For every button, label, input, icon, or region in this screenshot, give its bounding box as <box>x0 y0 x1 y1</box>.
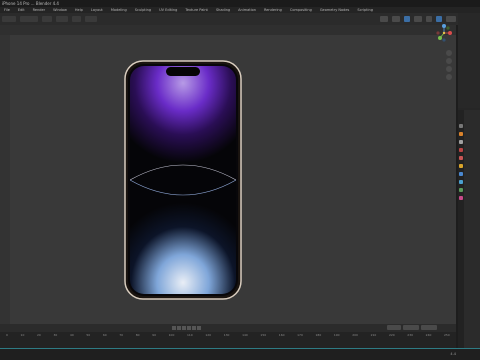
tick-label: 70 <box>119 333 124 337</box>
jump-start-button[interactable] <box>172 326 176 330</box>
view-menu[interactable] <box>42 16 52 22</box>
play-button[interactable] <box>187 326 191 330</box>
tick-label: 210 <box>370 333 377 337</box>
tool-tab-icon[interactable] <box>459 124 463 128</box>
maximize-button[interactable] <box>463 0 469 6</box>
viewport-tool-header <box>0 13 460 25</box>
material-tab-icon[interactable] <box>459 196 463 200</box>
viewport-header <box>0 25 456 35</box>
tick-label: 10 <box>20 333 25 337</box>
data-tab-icon[interactable] <box>459 188 463 192</box>
frame-range-fields <box>387 325 437 330</box>
add-menu[interactable] <box>72 16 81 22</box>
minimize-button[interactable] <box>454 0 460 6</box>
tick-label: 230 <box>407 333 414 337</box>
navigation-gizmo[interactable] <box>434 22 454 44</box>
tick-label: 190 <box>333 333 340 337</box>
tick-label: 180 <box>315 333 322 337</box>
end-frame-field[interactable] <box>421 325 437 330</box>
next-keyframe-button[interactable] <box>192 326 196 330</box>
tick-label: 140 <box>242 333 248 337</box>
tick-label: 170 <box>297 333 303 337</box>
tick-label: 40 <box>69 333 74 337</box>
scene-tab-icon[interactable] <box>459 148 463 152</box>
perspective-toggle-icon[interactable] <box>446 74 452 80</box>
tick-label: 0 <box>6 333 8 337</box>
prev-keyframe-button[interactable] <box>177 326 181 330</box>
tool-shelf <box>0 35 10 330</box>
version-label: 4.4 <box>450 352 456 356</box>
outliner-panel[interactable] <box>458 13 480 108</box>
timeline-ticks: 0 10 20 30 40 50 60 70 80 90 100 110 120… <box>0 333 456 337</box>
select-menu[interactable] <box>56 16 68 22</box>
navigation-gizmo-icon <box>436 24 452 42</box>
physics-tab-icon[interactable] <box>459 180 463 184</box>
tick-label: 220 <box>388 333 395 337</box>
tick-label: 130 <box>223 333 230 337</box>
render-tab-icon[interactable] <box>459 132 463 136</box>
tick-label: 60 <box>102 333 107 337</box>
current-frame-field[interactable] <box>387 325 401 330</box>
play-reverse-button[interactable] <box>182 326 186 330</box>
tick-label: 160 <box>278 333 285 337</box>
modifier-tab-icon[interactable] <box>459 172 463 176</box>
properties-panel[interactable] <box>458 110 480 360</box>
snap-toggle[interactable] <box>404 16 410 22</box>
iphone-model[interactable] <box>124 60 242 300</box>
tick-label: 150 <box>260 333 267 337</box>
world-tab-icon[interactable] <box>459 156 463 160</box>
window-title: iPhone 14 Pro ... Blender 4.4 <box>2 1 59 6</box>
object-menu[interactable] <box>85 16 97 22</box>
tick-label: 90 <box>152 333 156 337</box>
hand-icon[interactable] <box>446 58 452 64</box>
zoom-icon[interactable] <box>446 50 452 56</box>
tick-label: 30 <box>53 333 58 337</box>
status-bar: 4.4 <box>0 348 480 360</box>
jump-end-button[interactable] <box>197 326 201 330</box>
close-button[interactable] <box>472 0 478 6</box>
pivot-point[interactable] <box>392 16 400 22</box>
window-titlebar: iPhone 14 Pro ... Blender 4.4 <box>0 0 480 7</box>
tick-label: 110 <box>186 333 193 337</box>
transform-orientation[interactable] <box>380 16 388 22</box>
tick-label: 250 <box>444 333 450 337</box>
tick-label: 50 <box>86 333 91 337</box>
tick-label: 20 <box>37 333 41 337</box>
tick-label: 240 <box>425 333 432 337</box>
proportional-edit[interactable] <box>414 16 422 22</box>
editor-type-button[interactable] <box>2 16 16 22</box>
dynamic-island <box>166 67 200 76</box>
object-tab-icon[interactable] <box>459 164 463 168</box>
tick-label: 80 <box>135 333 140 337</box>
tick-label: 120 <box>205 333 212 337</box>
window-controls <box>454 0 478 6</box>
start-frame-field[interactable] <box>403 325 419 330</box>
overlays-toggle[interactable] <box>426 16 432 22</box>
camera-icon[interactable] <box>446 66 452 72</box>
mode-selector[interactable] <box>20 16 38 22</box>
output-tab-icon[interactable] <box>459 140 463 144</box>
tick-label: 200 <box>352 333 358 337</box>
properties-tabs <box>458 110 464 360</box>
playback-controls <box>172 326 201 330</box>
iphone-render <box>124 60 242 300</box>
tick-label: 100 <box>168 333 175 337</box>
